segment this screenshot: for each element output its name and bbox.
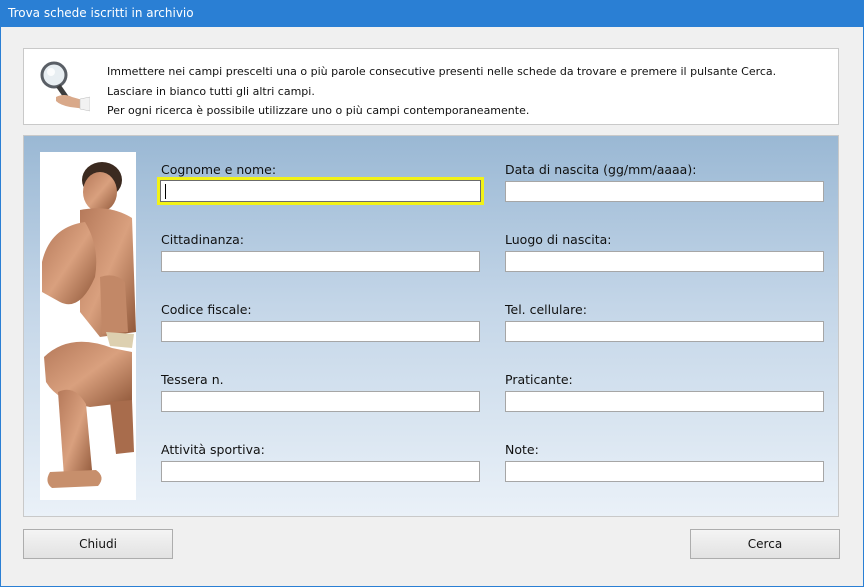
instruction-line: Lasciare in bianco tutti gli altri campi… [107,84,315,98]
data-nascita-label: Data di nascita (gg/mm/aaaa): [505,162,697,177]
codice-fiscale-input[interactable] [161,321,480,342]
data-nascita-input[interactable] [505,181,824,202]
attivita-sportiva-label: Attività sportiva: [161,442,265,457]
tessera-input[interactable] [161,391,480,412]
dialog-body: Immettere nei campi prescelti una o più … [1,27,863,586]
cittadinanza-input[interactable] [161,251,480,272]
codice-fiscale-label: Codice fiscale: [161,302,252,317]
tel-cellulare-input[interactable] [505,321,824,342]
instruction-line: Per ogni ricerca è possibile utilizzare … [107,104,530,117]
app-window: Trova schede iscritti in archivio Immett… [0,0,864,587]
cognome-nome-input[interactable] [157,177,484,205]
search-button[interactable]: Cerca [690,529,840,559]
note-input[interactable] [505,461,824,482]
title-bar[interactable]: Trova schede iscritti in archivio [0,0,864,27]
praticante-input[interactable] [505,391,824,412]
instruction-line: Immettere nei campi prescelti una o più … [107,65,777,78]
tessera-label: Tessera n. [161,372,224,387]
instructions-text: Immettere nei campi prescelti una o più … [107,62,776,121]
luogo-nascita-label: Luogo di nascita: [505,232,612,247]
luogo-nascita-input[interactable] [505,251,824,272]
attivita-sportiva-input[interactable] [161,461,480,482]
magnifier-icon [40,61,90,112]
tel-cellulare-label: Tel. cellulare: [505,302,587,317]
search-fields-panel: Cognome e nome: Cittadinanza: Codice fis… [23,135,839,517]
praticante-label: Praticante: [505,372,573,387]
cittadinanza-label: Cittadinanza: [161,232,245,247]
close-button[interactable]: Chiudi [23,529,173,559]
cognome-nome-label: Cognome e nome: [161,162,277,177]
note-label: Note: [505,442,539,457]
text-caret [165,184,166,199]
instructions-box: Immettere nei campi prescelti una o più … [23,48,839,125]
window-title: Trova schede iscritti in archivio [8,6,194,20]
athlete-image [40,152,136,500]
